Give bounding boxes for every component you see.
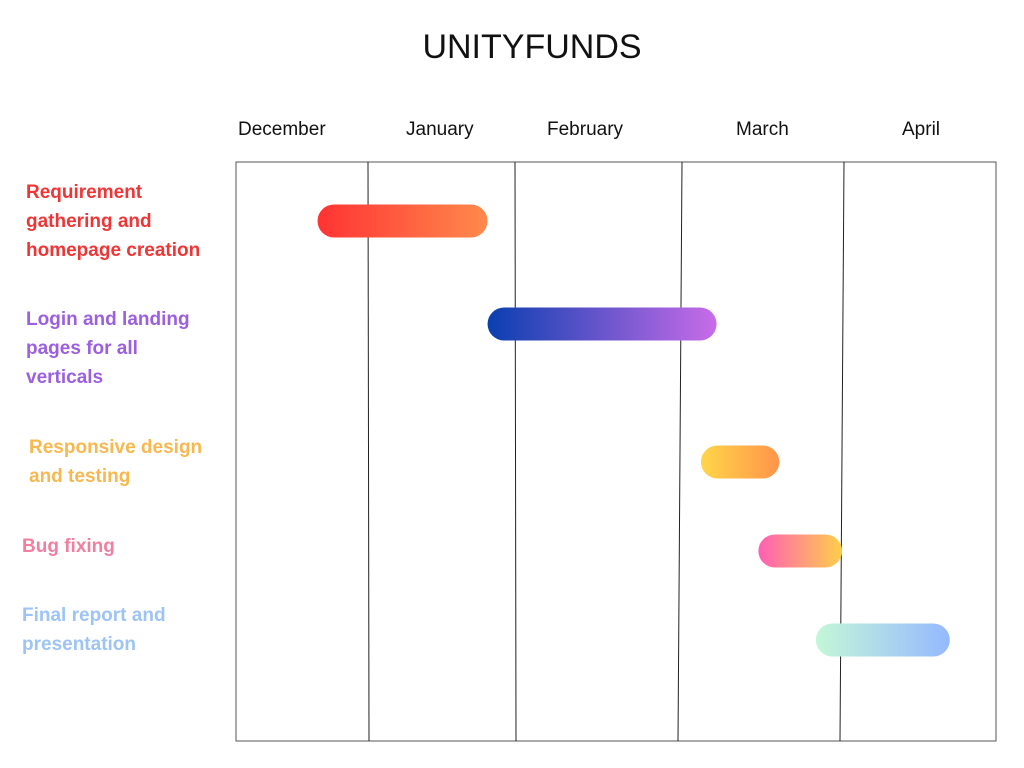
task-bar-1 (317, 204, 488, 238)
month-grid-line (367, 161, 370, 742)
task-bar-3 (700, 445, 780, 479)
month-grid-line (677, 161, 683, 742)
task-bar-4 (758, 534, 842, 568)
gantt-chart (235, 161, 997, 742)
task-bars (317, 204, 950, 657)
month-grid-line (514, 161, 517, 742)
task-bar-2 (487, 307, 717, 341)
task-bar-5 (815, 623, 950, 657)
